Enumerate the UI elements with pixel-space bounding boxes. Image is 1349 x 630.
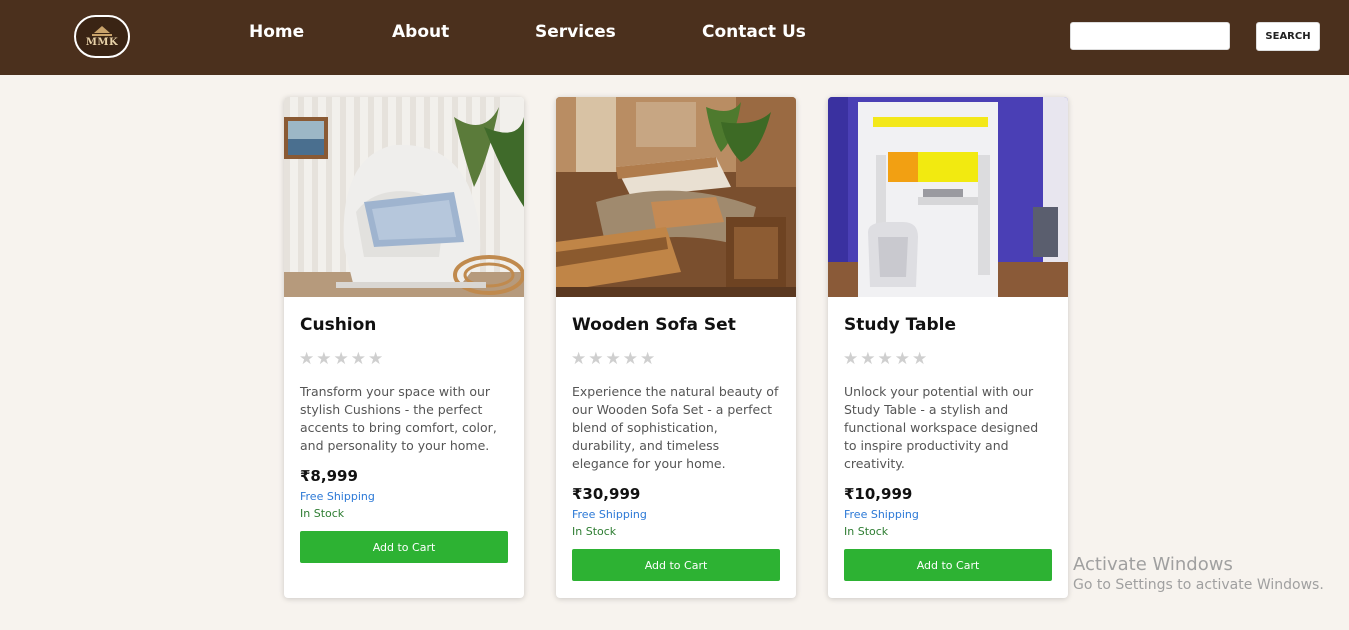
nav-link-contact[interactable]: Contact Us	[702, 22, 806, 42]
star-rating: ★ ★ ★ ★ ★	[571, 351, 655, 368]
product-card-study-table: Study Table ★ ★ ★ ★ ★ Unlock your potent…	[828, 97, 1068, 598]
product-title[interactable]: Cushion	[300, 315, 376, 335]
star-icon: ★	[571, 349, 587, 369]
product-image-wooden-sofa-set[interactable]	[556, 97, 796, 297]
search-input[interactable]	[1070, 22, 1230, 50]
star-icon: ★	[588, 349, 604, 369]
stock-label: In Stock	[300, 507, 345, 520]
product-title[interactable]: Wooden Sofa Set	[572, 315, 736, 335]
star-icon: ★	[622, 349, 638, 369]
star-icon: ★	[843, 349, 859, 369]
shipping-label: Free Shipping	[844, 508, 919, 521]
watermark-subtitle: Go to Settings to activate Windows.	[1073, 577, 1324, 593]
add-to-cart-button[interactable]: Add to Cart	[844, 549, 1052, 581]
star-icon: ★	[333, 349, 349, 369]
watermark-title: Activate Windows	[1073, 554, 1233, 575]
house-icon	[92, 25, 112, 36]
stock-label: In Stock	[572, 525, 617, 538]
shipping-label: Free Shipping	[572, 508, 647, 521]
star-icon: ★	[368, 349, 384, 369]
product-title[interactable]: Study Table	[844, 315, 956, 335]
logo-text: MMK	[85, 36, 119, 48]
nav-link-services[interactable]: Services	[535, 22, 616, 42]
product-price: ₹30,999	[572, 485, 641, 503]
nav-link-home[interactable]: Home	[249, 22, 304, 42]
product-image-cushion[interactable]	[284, 97, 524, 297]
product-description: Experience the natural beauty of our Woo…	[572, 384, 779, 471]
star-icon: ★	[316, 349, 332, 369]
product-description: Transform your space with our stylish Cu…	[300, 384, 497, 453]
product-card-wooden-sofa-set: Wooden Sofa Set ★ ★ ★ ★ ★ Experience the…	[556, 97, 796, 598]
product-price: ₹10,999	[844, 485, 913, 503]
product-price: ₹8,999	[300, 467, 358, 485]
star-icon: ★	[640, 349, 656, 369]
star-icon: ★	[894, 349, 910, 369]
star-icon: ★	[877, 349, 893, 369]
product-card-cushion: Cushion ★ ★ ★ ★ ★ Transform your space w…	[284, 97, 524, 598]
star-icon: ★	[350, 349, 366, 369]
star-icon: ★	[605, 349, 621, 369]
search-button[interactable]: SEARCH	[1256, 22, 1320, 51]
add-to-cart-button[interactable]: Add to Cart	[300, 531, 508, 563]
star-icon: ★	[299, 349, 315, 369]
nav-link-about[interactable]: About	[392, 22, 449, 42]
add-to-cart-button[interactable]: Add to Cart	[572, 549, 780, 581]
star-rating: ★ ★ ★ ★ ★	[299, 351, 383, 368]
star-icon: ★	[912, 349, 928, 369]
brand-logo[interactable]: MMK	[74, 15, 130, 58]
product-image-study-table[interactable]	[828, 97, 1068, 297]
activate-windows-watermark: Activate Windows Go to Settings to activ…	[1073, 554, 1324, 593]
product-description: Unlock your potential with our Study Tab…	[844, 384, 1039, 471]
star-rating: ★ ★ ★ ★ ★	[843, 351, 927, 368]
star-icon: ★	[860, 349, 876, 369]
stock-label: In Stock	[844, 525, 889, 538]
shipping-label: Free Shipping	[300, 490, 375, 503]
top-navbar: MMK Home About Services Contact Us SEARC…	[0, 0, 1349, 75]
